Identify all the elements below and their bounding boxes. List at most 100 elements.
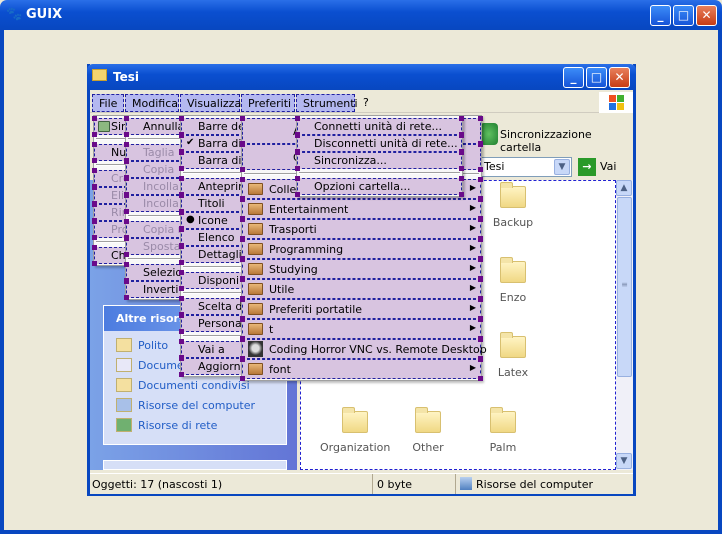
submenu-arrow-icon: ▶ — [469, 203, 476, 212]
submenu-arrow-icon: ▶ — [469, 303, 476, 312]
menu-strumenti[interactable]: Strumenti — [296, 94, 358, 112]
menu-modifica[interactable]: Modifica — [125, 94, 179, 112]
menu-item-label: Taglia — [143, 146, 175, 159]
selection-handle — [240, 217, 245, 222]
close-button[interactable]: ✕ — [696, 5, 717, 26]
selection-handle — [124, 236, 129, 241]
task-link[interactable]: Documenti condivisi — [116, 378, 250, 392]
network-icon — [116, 418, 132, 432]
favicon-icon — [248, 341, 263, 357]
selection-handle — [92, 185, 97, 190]
selection-handle — [240, 376, 245, 381]
menu-item[interactable]: Disconnetti unità di rete... — [295, 133, 464, 154]
selection-handle — [179, 313, 184, 318]
computer-icon — [116, 398, 132, 412]
folder-icon — [92, 69, 107, 81]
menu-item[interactable]: Connetti unità di rete... — [295, 116, 464, 137]
window-maximize-button[interactable]: □ — [586, 67, 607, 88]
folder-icon — [415, 407, 441, 433]
scroll-up-button[interactable]: ▲ — [616, 180, 632, 196]
selection-handle — [478, 297, 483, 302]
outer-title: GUIX — [26, 7, 63, 22]
task-link[interactable]: Risorse del computer — [116, 398, 255, 412]
selection-handle — [179, 176, 184, 181]
app-icon: 🐾 — [6, 7, 23, 22]
selection-handle — [92, 158, 97, 163]
selection-handle — [179, 210, 184, 215]
selection-handle — [179, 356, 184, 361]
selection-handle — [240, 257, 245, 262]
minimize-button[interactable]: _ — [650, 5, 671, 26]
scroll-thumb[interactable]: ≡ — [617, 197, 632, 377]
folder-icon — [342, 407, 368, 433]
task-link[interactable]: Polito — [116, 338, 168, 352]
selection-handle — [478, 116, 483, 121]
address-input[interactable]: Tesi ▼ — [480, 157, 572, 177]
menu-item-label: Copia — [143, 163, 175, 176]
selection-handle — [179, 116, 184, 121]
task-link[interactable]: Risorse di rete — [116, 418, 217, 432]
menu-item[interactable]: font ▶ — [240, 357, 483, 381]
folder-icon — [116, 378, 132, 392]
menu-item-label: Icone — [198, 214, 228, 227]
folder-icon — [248, 263, 263, 275]
file-item[interactable]: Other — [393, 407, 463, 454]
selection-handle — [124, 193, 129, 198]
selection-handle — [92, 202, 97, 207]
menu-item[interactable]: Opzioni cartella... — [295, 176, 464, 197]
selection-handle — [124, 279, 129, 284]
file-item[interactable]: Enzo — [478, 257, 548, 304]
selection-handle — [478, 376, 483, 381]
selection-handle — [295, 166, 300, 171]
file-item[interactable]: Latex — [478, 332, 548, 379]
menu-item-label: Entertainment — [269, 203, 349, 216]
menu-visualizza[interactable]: Visualizza — [180, 94, 241, 112]
selection-handle — [459, 150, 464, 155]
window-minimize-button[interactable]: _ — [563, 67, 584, 88]
menu-item[interactable]: Coding Horror VNC vs. Remote Desktop — [240, 337, 487, 361]
file-item[interactable]: Palm — [468, 407, 538, 454]
menu-item[interactable]: Sincronizza... — [295, 150, 464, 171]
maximize-button[interactable]: □ — [673, 5, 694, 26]
selection-handle — [478, 237, 483, 242]
status-object-count: Oggetti: 17 (nascosti 1) — [92, 478, 223, 491]
menu-item-label: Trasporti — [269, 223, 317, 236]
selection-handle — [459, 133, 464, 138]
selection-handle — [179, 133, 184, 138]
selection-handle — [240, 167, 245, 172]
menu-item[interactable]: Preferiti portatile ▶ — [240, 297, 483, 321]
file-item[interactable]: Organization — [320, 407, 390, 454]
menu-item[interactable]: Studying ▶ — [240, 257, 483, 281]
window-close-button[interactable]: ✕ — [609, 67, 630, 88]
selection-handle — [124, 219, 129, 224]
menu-item[interactable]: t ▶ — [240, 317, 483, 341]
menu-item[interactable]: Entertainment ▶ — [240, 197, 483, 221]
selection-handle — [124, 262, 129, 267]
task-link-label: Risorse di rete — [138, 418, 218, 432]
file-item[interactable]: Backup — [478, 182, 548, 229]
selection-handle — [295, 133, 300, 138]
address-dropdown-button[interactable]: ▼ — [554, 159, 570, 175]
selection-handle — [92, 261, 97, 266]
menu-item-label: font — [269, 363, 291, 376]
menu-file[interactable]: File — [92, 94, 124, 112]
vertical-scrollbar[interactable]: ▲ ≡ ▼ — [616, 180, 633, 470]
menu-item[interactable]: Programming ▶ — [240, 237, 483, 261]
menu-help[interactable]: ? — [363, 96, 369, 109]
selection-handle — [478, 337, 483, 342]
selection-handle — [124, 142, 129, 147]
menu-item-label: Sincronizza... — [314, 154, 387, 167]
go-button[interactable]: Vai — [600, 160, 616, 173]
selection-handle — [179, 286, 184, 291]
file-name: Enzo — [499, 291, 527, 304]
menu-item-label: Opzioni cartella... — [314, 180, 411, 193]
folder-icon — [248, 243, 263, 255]
sync-folder-button[interactable]: Sincronizzazione cartella — [500, 128, 633, 154]
menu-item[interactable]: Utile ▶ — [240, 277, 483, 301]
scroll-down-button[interactable]: ▼ — [616, 453, 632, 469]
outer-title-bar: 🐾 GUIX _ □ ✕ — [0, 0, 722, 30]
menu-item-label: Coding Horror VNC vs. Remote Desktop — [269, 343, 487, 356]
selection-handle — [459, 192, 464, 197]
menu-preferiti[interactable]: Preferiti — [241, 94, 295, 112]
menu-item[interactable]: Trasporti ▶ — [240, 217, 483, 241]
